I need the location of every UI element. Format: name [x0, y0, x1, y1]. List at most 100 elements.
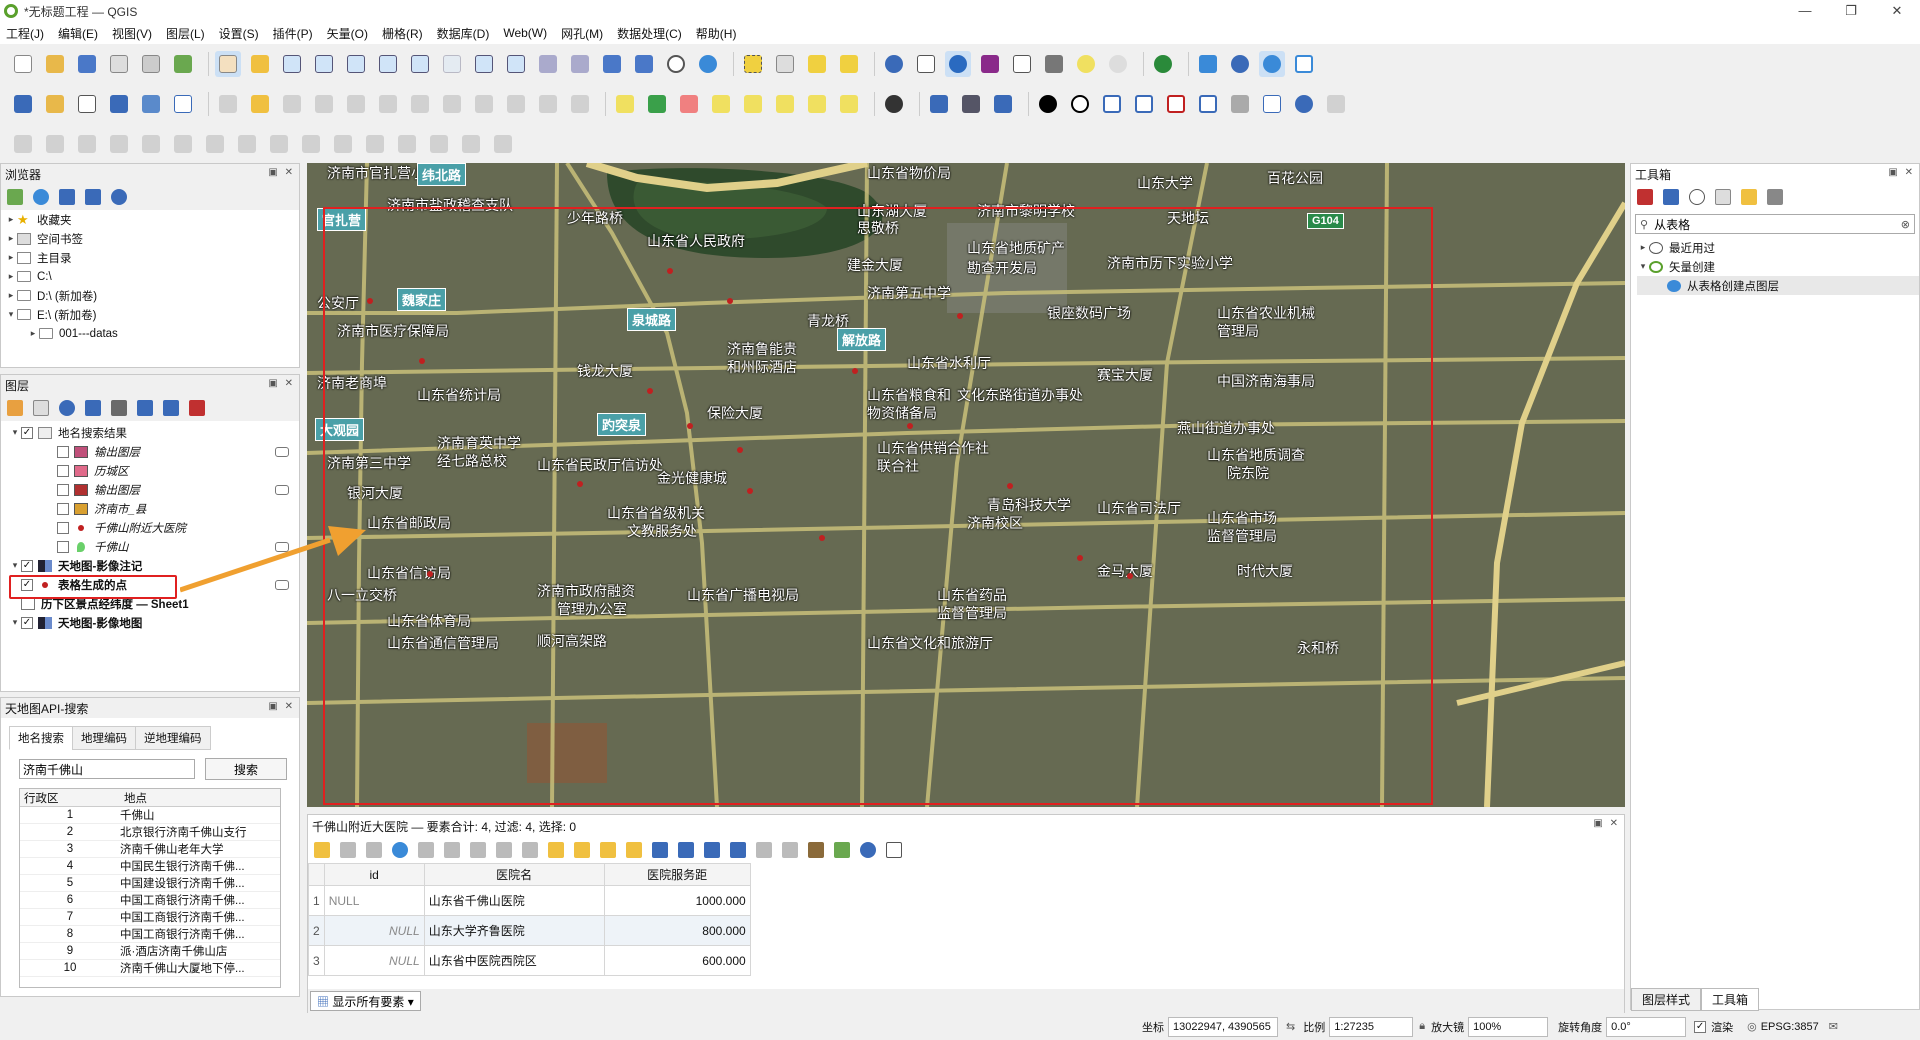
merge-features-icon[interactable] — [426, 131, 452, 157]
panel-controls-icon[interactable]: ▣ ✕ — [268, 701, 295, 712]
menu-plugins[interactable]: 插件(P) — [273, 25, 313, 42]
fill-ring-icon[interactable] — [202, 131, 228, 157]
search-result-row[interactable]: 8 中国工商银行济南千佛... — [20, 926, 280, 943]
plugin-icon[interactable] — [881, 91, 907, 117]
diagram-tool-icon[interactable] — [644, 91, 670, 117]
gear-icon[interactable] — [1227, 51, 1253, 77]
select-by-value-icon[interactable] — [772, 51, 798, 77]
edit-features-inplace-icon[interactable] — [1741, 189, 1757, 205]
row-number[interactable]: 1 — [308, 885, 325, 916]
data-source-manager-icon[interactable] — [10, 91, 36, 117]
layout-manager-icon[interactable] — [138, 51, 164, 77]
menu-web[interactable]: Web(W) — [503, 26, 547, 40]
digitize-curve-icon[interactable] — [1099, 91, 1125, 117]
menu-mesh[interactable]: 网孔(M) — [561, 25, 603, 42]
search-result-row[interactable]: 10 济南千佛山大厦地下停... — [20, 960, 280, 977]
layer-indicator-icon[interactable] — [275, 446, 289, 457]
zoom-next-icon[interactable] — [503, 51, 529, 77]
minimize-button[interactable]: — — [1782, 0, 1828, 22]
column-hospital-name[interactable]: 医院名 — [423, 863, 605, 886]
layer-visibility-checkbox[interactable] — [57, 521, 69, 534]
tab-toolbox[interactable]: 工具箱 — [1701, 988, 1760, 1011]
new-bookmark-icon[interactable] — [599, 51, 625, 77]
full-screen-icon[interactable] — [1291, 51, 1317, 77]
new-map-view-icon[interactable] — [535, 51, 561, 77]
browser-item-bookmarks[interactable]: ▸ 空间书签 — [5, 229, 299, 248]
delete-feature-icon[interactable] — [444, 842, 460, 858]
python-console-icon[interactable] — [926, 91, 952, 117]
layer-stack-icon[interactable] — [1195, 51, 1221, 77]
coordinate-capture-icon[interactable] — [1291, 91, 1317, 117]
show-hide-labels-icon[interactable] — [740, 91, 766, 117]
menu-project[interactable]: 工程(J) — [6, 25, 44, 42]
delete-selected-icon[interactable] — [407, 91, 433, 117]
zoom-in-icon[interactable] — [279, 51, 305, 77]
toolbox-item-recent[interactable]: ▸ 最近用过 — [1637, 238, 1919, 257]
layer-visibility-checkbox[interactable]: ✓ — [21, 616, 33, 629]
split-icon[interactable] — [1323, 91, 1349, 117]
add-delimited-text-icon[interactable] — [74, 91, 100, 117]
menu-vector[interactable]: 矢量(O) — [327, 25, 368, 42]
filter-icon[interactable] — [59, 189, 75, 205]
zoom-layer-icon[interactable] — [407, 51, 433, 77]
menu-database[interactable]: 数据库(D) — [437, 25, 490, 42]
select-location-icon[interactable] — [836, 51, 862, 77]
extents-toggle-icon[interactable]: ⇆ — [1286, 1020, 1295, 1033]
scale-field[interactable]: 1:27235 — [1329, 1016, 1414, 1037]
invert-selection-icon[interactable] — [600, 842, 616, 858]
map-tips-icon[interactable] — [1073, 51, 1099, 77]
column-district[interactable]: 行政区 — [20, 790, 120, 806]
search-result-row[interactable]: 1 千佛山 — [20, 807, 280, 824]
label-tool-icon[interactable] — [612, 91, 638, 117]
models-icon[interactable] — [1637, 189, 1653, 205]
multi-edit-icon[interactable] — [340, 842, 356, 858]
move-feature-icon[interactable] — [42, 131, 68, 157]
rotate-point-icon[interactable] — [490, 131, 516, 157]
browser-item-d[interactable]: ▸ D:\ (新加卷) — [5, 286, 299, 305]
layer-visibility-checkbox[interactable] — [57, 540, 69, 553]
layer-indicator-icon[interactable] — [275, 484, 289, 495]
select-features-icon[interactable] — [740, 51, 766, 77]
temporal-controller-icon[interactable] — [663, 51, 689, 77]
toolbox-search-input[interactable] — [1654, 217, 1875, 231]
add-feature-icon[interactable] — [311, 91, 337, 117]
add-ring-icon[interactable] — [138, 131, 164, 157]
options-icon[interactable] — [1767, 189, 1783, 205]
snapping-icon[interactable] — [1163, 91, 1189, 117]
cut-icon[interactable] — [470, 842, 486, 858]
cut-features-icon[interactable] — [439, 91, 465, 117]
rotate-feature-icon[interactable] — [74, 131, 100, 157]
layer-visibility-checkbox[interactable] — [57, 464, 69, 477]
search-result-row[interactable]: 2 北京银行济南千佛山支行 — [20, 824, 280, 841]
move-label-icon[interactable] — [772, 91, 798, 117]
advanced-digitize-icon[interactable] — [10, 131, 36, 157]
menu-help[interactable]: 帮助(H) — [696, 25, 737, 42]
save-edits-icon[interactable] — [366, 842, 382, 858]
layer-visibility-checkbox[interactable]: ✓ — [21, 559, 33, 572]
render-checkbox[interactable]: ✓ — [1694, 1020, 1707, 1033]
measure-icon[interactable] — [1041, 51, 1067, 77]
rotate-label-icon[interactable] — [804, 91, 830, 117]
split-features-icon[interactable] — [362, 131, 388, 157]
conditional-format-icon[interactable] — [834, 842, 850, 858]
modify-attributes-icon[interactable] — [375, 91, 401, 117]
toggle-editing-icon[interactable] — [247, 91, 273, 117]
split-parts-icon[interactable] — [394, 131, 420, 157]
place-search-input[interactable] — [19, 759, 195, 779]
layer-item[interactable]: 输出图层 — [5, 442, 299, 461]
python-scripts-icon[interactable] — [1663, 189, 1679, 205]
new-project-icon[interactable] — [10, 51, 36, 77]
panel-controls-icon[interactable]: ▣ ✕ — [268, 378, 295, 389]
layer-item[interactable]: ▾ ✓ 地名搜索结果 — [5, 423, 299, 442]
crosshair-icon[interactable] — [1067, 91, 1093, 117]
refresh-icon[interactable] — [695, 51, 721, 77]
new-field-icon[interactable] — [756, 842, 772, 858]
lock-icon[interactable]: 🔒︎ — [1419, 1020, 1425, 1033]
add-feature-icon[interactable] — [418, 842, 434, 858]
browser-item-favorites[interactable]: ▸ ★ 收藏夹 — [5, 210, 299, 229]
refresh-icon[interactable] — [33, 189, 49, 205]
table-row[interactable]: 1 NULL 山东省千佛山医院 1000.000 — [308, 885, 751, 916]
zoom-full-icon[interactable] — [343, 51, 369, 77]
change-label-icon[interactable] — [836, 91, 862, 117]
attribute-table-icon[interactable] — [913, 51, 939, 77]
